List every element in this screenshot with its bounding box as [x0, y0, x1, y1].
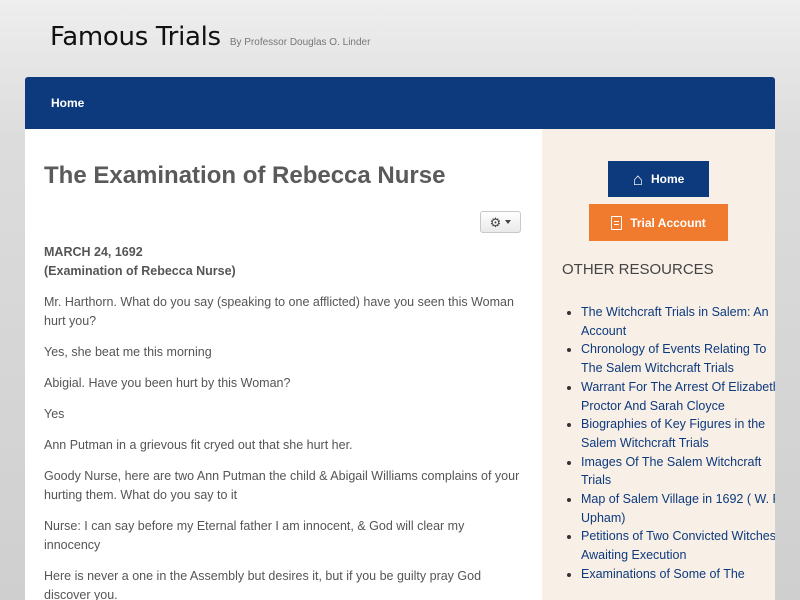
article-paragraph: Here is never a one in the Assembly but … — [44, 569, 482, 600]
home-icon: ⌂ — [632, 169, 643, 189]
list-item: The Witchcraft Trials in Salem: An Accou… — [581, 303, 775, 340]
resource-link[interactable]: Examinations of Some of The — [581, 567, 745, 581]
article-subtitle: (Examination of Rebecca Nurse) — [44, 264, 236, 278]
main-column: The Examination of Rebecca Nurse ⚙ MARCH… — [25, 129, 542, 600]
trial-account-label: Trial Account — [630, 215, 706, 230]
resources-list: The Witchcraft Trials in Salem: An Accou… — [562, 303, 775, 584]
article-paragraph: Nurse: I can say before my Eternal fathe… — [44, 519, 465, 552]
resource-link[interactable]: Biographies of Key Figures in the Salem … — [581, 417, 765, 450]
resource-link[interactable]: Images Of The Salem Witchcraft Trials — [581, 455, 761, 488]
nav-home-link[interactable]: Home — [51, 96, 84, 110]
article-paragraph: Goody Nurse, here are two Ann Putman the… — [44, 469, 520, 502]
resource-link[interactable]: Warrant For The Arrest Of Elizabeth Proc… — [581, 380, 775, 413]
sidebar-home-button[interactable]: ⌂ Home — [608, 161, 709, 197]
list-item: Map of Salem Village in 1692 ( W. P. Uph… — [581, 490, 775, 527]
site-title[interactable]: Famous Trials — [50, 22, 221, 52]
list-item: Warrant For The Arrest Of Elizabeth Proc… — [581, 378, 775, 415]
article-paragraph: Yes — [44, 407, 65, 421]
article-paragraph: Mr. Harthorn. What do you say (speaking … — [44, 295, 514, 328]
site-header: Famous Trials By Professor Douglas O. Li… — [50, 22, 370, 56]
main-navbar: Home — [25, 77, 775, 129]
gear-icon: ⚙ — [489, 214, 502, 230]
trial-account-button[interactable]: Trial Account — [589, 204, 728, 241]
article-paragraph: Yes, she beat me this morning — [44, 345, 212, 359]
resource-link[interactable]: Map of Salem Village in 1692 ( W. P. Uph… — [581, 492, 775, 525]
article-paragraph: Ann Putman in a grievous fit cryed out t… — [44, 438, 353, 452]
list-item: Biographies of Key Figures in the Salem … — [581, 415, 775, 452]
list-item: Petitions of Two Convicted Witches Await… — [581, 527, 775, 564]
article-tools-button[interactable]: ⚙ — [480, 211, 521, 233]
caret-down-icon — [505, 220, 512, 224]
resource-link[interactable]: Chronology of Events Relating To The Sal… — [581, 342, 766, 375]
page-title: The Examination of Rebecca Nurse — [44, 162, 446, 189]
article-body: MARCH 24, 1692 (Examination of Rebecca N… — [44, 243, 524, 600]
resource-link[interactable]: Petitions of Two Convicted Witches Await… — [581, 529, 775, 562]
site-byline: By Professor Douglas O. Linder — [229, 37, 371, 48]
sidebar: ⌂ Home Trial Account OTHER RESOURCES The… — [542, 129, 775, 600]
resource-link[interactable]: The Witchcraft Trials in Salem: An Accou… — [581, 305, 769, 338]
content-area: The Examination of Rebecca Nurse ⚙ MARCH… — [25, 129, 775, 600]
article-paragraph: Abigial. Have you been hurt by this Woma… — [44, 376, 291, 390]
list-item: Chronology of Events Relating To The Sal… — [581, 340, 775, 377]
document-icon — [611, 215, 623, 230]
sidebar-home-label: Home — [650, 172, 685, 186]
article-date: MARCH 24, 1692 — [44, 245, 143, 259]
list-item: Examinations of Some of The — [581, 565, 775, 584]
list-item: Images Of The Salem Witchcraft Trials — [581, 453, 775, 490]
other-resources-heading: OTHER RESOURCES — [562, 261, 714, 278]
